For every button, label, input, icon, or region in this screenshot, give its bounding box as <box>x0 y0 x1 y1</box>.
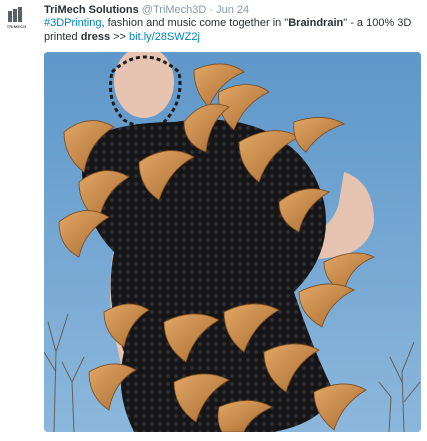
tweet-header: TriMech Solutions @TriMech3D · Jun 24 <box>44 3 249 17</box>
author-handle[interactable]: @TriMech3D <box>142 4 207 16</box>
trimech-logo-icon <box>8 7 25 22</box>
tweet-text-part: , fashion and music come together in " <box>101 17 289 29</box>
tweet-text: #3DPrinting, fashion and music come toge… <box>44 16 419 44</box>
logo-text: TRIMECH <box>6 24 27 29</box>
tweet-bold-word: dress <box>80 31 111 43</box>
dress-photo <box>44 52 421 432</box>
author-name[interactable]: TriMech Solutions <box>44 4 139 16</box>
tweet-photo[interactable] <box>44 52 421 432</box>
separator-dot: · <box>209 4 214 16</box>
tweet-bold-word: Braindrain <box>288 17 344 29</box>
tweet-date[interactable]: Jun 24 <box>216 4 249 16</box>
tweet[interactable]: TRIMECH TriMech Solutions @TriMech3D · J… <box>0 0 427 441</box>
tweet-text-part: >> <box>110 31 130 43</box>
avatar[interactable]: TRIMECH <box>4 5 29 30</box>
hashtag-link[interactable]: #3DPrinting <box>44 17 101 29</box>
url-link[interactable]: bit.ly/28SWZ2j <box>129 31 200 43</box>
